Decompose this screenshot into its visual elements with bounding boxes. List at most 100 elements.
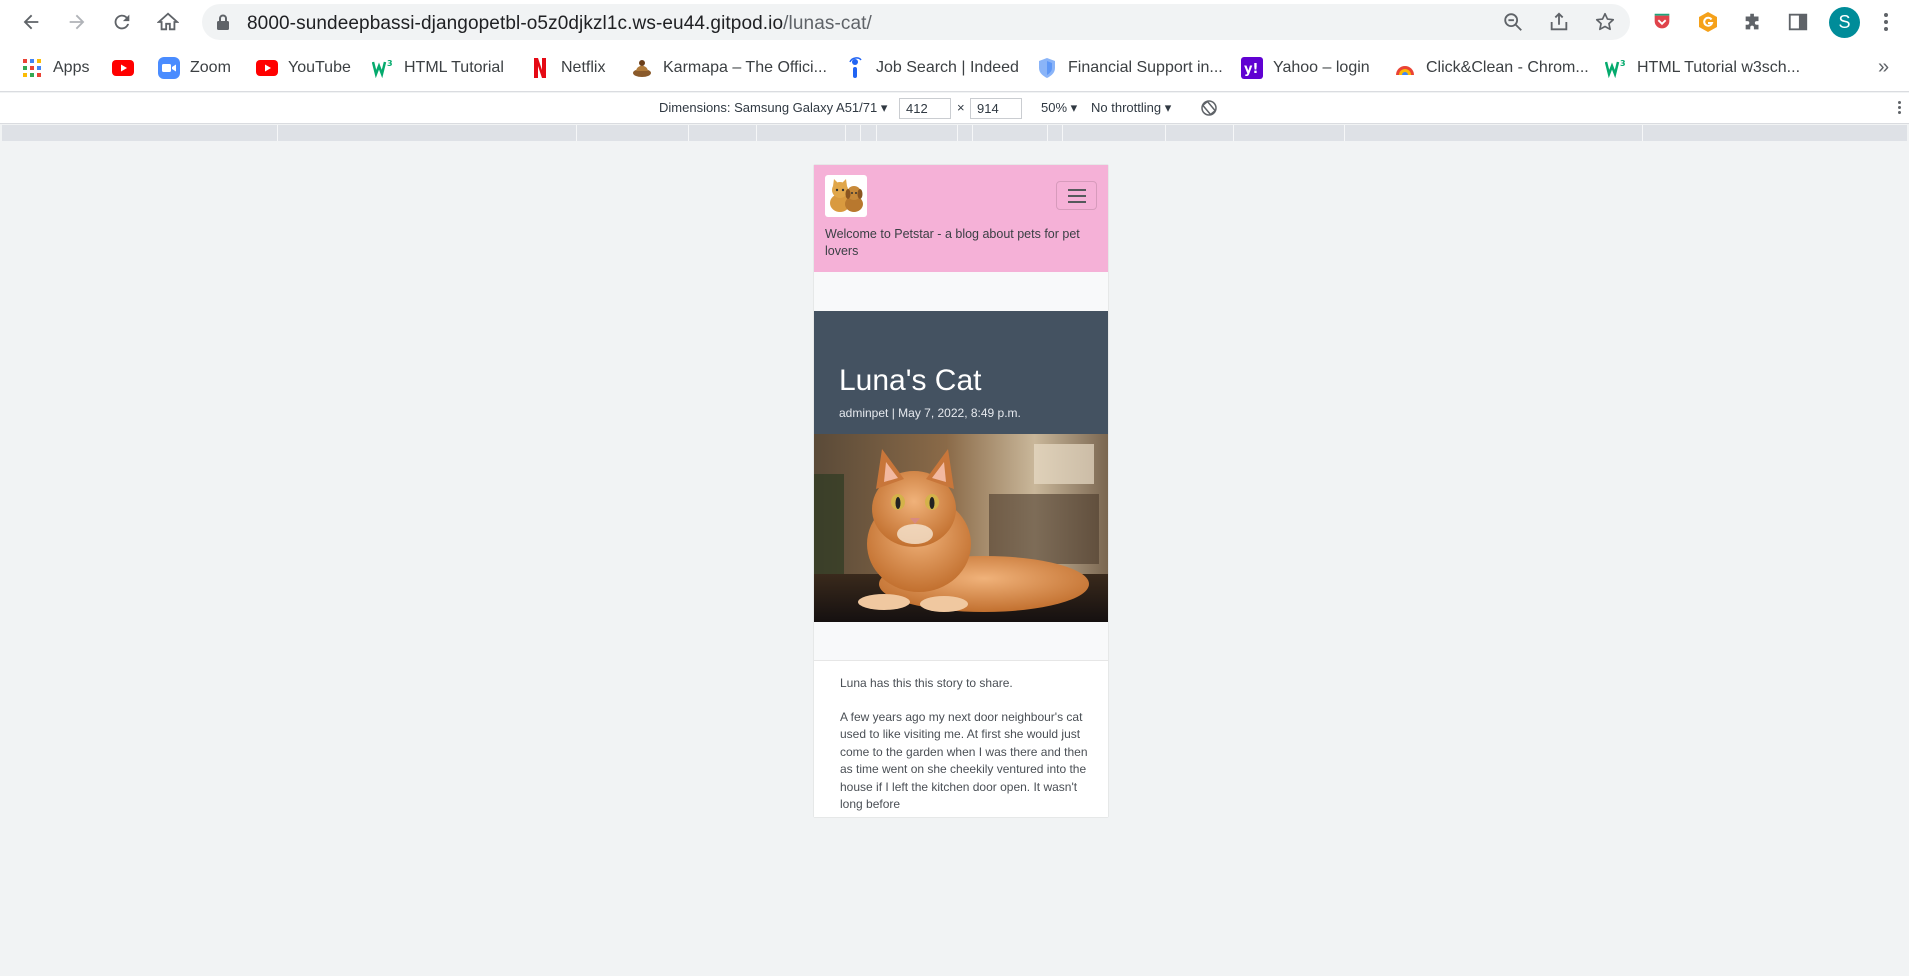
magnifier-minus-icon: [1504, 13, 1522, 31]
caret-down-icon: ▾: [1164, 100, 1172, 115]
width-input[interactable]: [899, 98, 951, 119]
extension-pocket-button[interactable]: [1646, 6, 1678, 38]
bookmark-label: Zoom: [190, 59, 231, 76]
url-text: 8000-sundeepbassi-djangopetbl-o5z0djkzl1…: [247, 13, 872, 35]
bookmark-clickclean[interactable]: Click&Clean - Chrom...: [1394, 54, 1589, 82]
youtube-icon: [112, 57, 134, 79]
svg-text:3: 3: [387, 59, 393, 68]
arrow-right-icon: [69, 14, 85, 30]
device-select[interactable]: Dimensions: Samsung Galaxy A51/71 ▾: [659, 100, 887, 116]
browser-toolbar: 8000-sundeepbassi-djangopetbl-o5z0djkzl1…: [0, 0, 1909, 44]
browser-menu-button[interactable]: [1874, 8, 1898, 36]
hamburger-icon: [1067, 188, 1086, 191]
netflix-icon: [529, 57, 551, 79]
bookmarks-bar: Apps Zoom YouTube 3 HTML Tutorial Netfli…: [0, 44, 1909, 92]
g-orange-icon: [1699, 12, 1717, 32]
arrow-left-icon: [23, 14, 39, 30]
post-paragraph: Luna has this this story to share.: [840, 676, 1013, 690]
bookmark-label: Karmapa – The Offici...: [663, 59, 827, 76]
bookmark-label: Netflix: [561, 59, 606, 76]
welcome-text: Welcome to Petstar - a blog about pets f…: [825, 227, 1080, 258]
forward-button[interactable]: [61, 6, 93, 38]
star-icon: [1595, 12, 1615, 31]
svg-text:3: 3: [1620, 59, 1626, 68]
home-button[interactable]: [152, 6, 184, 38]
bookmark-html-tutorial-w3schools[interactable]: 3 HTML Tutorial w3sch...: [1605, 54, 1800, 82]
apps-grid-icon: [21, 57, 43, 79]
address-bar[interactable]: 8000-sundeepbassi-djangopetbl-o5z0djkzl1…: [202, 4, 1630, 40]
post-meta: adminpet | May 7, 2022, 8:49 p.m.: [839, 406, 1021, 420]
bookmark-label: Job Search | Indeed: [876, 59, 1019, 76]
times-sign: ×: [957, 100, 965, 115]
clickclean-icon: [1394, 57, 1416, 79]
bookmark-label: HTML Tutorial: [404, 59, 504, 76]
reload-button[interactable]: [106, 6, 138, 38]
svg-text:y!: y!: [1244, 62, 1258, 77]
height-input[interactable]: [970, 98, 1022, 119]
pets-logo-icon: [830, 179, 863, 212]
extensions-button[interactable]: [1737, 6, 1769, 38]
shield-icon: [1036, 57, 1058, 79]
bookmark-yahoo[interactable]: y! Yahoo – login: [1241, 54, 1370, 82]
url-host: 8000-sundeepbassi-djangopetbl-o5z0djkzl1…: [247, 13, 784, 34]
bookmark-financial-support[interactable]: Financial Support in...: [1036, 54, 1223, 82]
bookmark-label: Financial Support in...: [1068, 59, 1223, 76]
bookmark-html-tutorial[interactable]: 3 HTML Tutorial: [372, 54, 504, 82]
post-featured-image: [814, 434, 1108, 622]
caret-down-icon: ▾: [1070, 100, 1078, 115]
bookmark-star-button[interactable]: [1592, 9, 1618, 35]
devtools-more-icon[interactable]: [1898, 101, 1901, 114]
site-logo[interactable]: [825, 175, 867, 217]
bookmark-karmapa[interactable]: Karmapa – The Offici...: [631, 54, 827, 82]
share-button[interactable]: [1546, 9, 1572, 35]
caret-down-icon: ▾: [880, 100, 888, 115]
side-panel-icon: [1788, 13, 1808, 31]
youtube-icon: [256, 57, 278, 79]
bookmark-youtube-icon-only[interactable]: [112, 54, 134, 82]
side-panel-button[interactable]: [1782, 6, 1814, 38]
w3schools-icon: 3: [372, 57, 394, 79]
share-icon: [1550, 12, 1568, 31]
profile-avatar[interactable]: S: [1829, 7, 1860, 38]
puzzle-icon: [1745, 13, 1759, 30]
throttling-select[interactable]: No throttling ▾: [1091, 100, 1171, 116]
bookmark-netflix[interactable]: Netflix: [529, 54, 605, 82]
device-viewport: Welcome to Petstar - a blog about pets f…: [814, 165, 1108, 817]
post-paragraph: A few years ago my next door neighbour's…: [840, 710, 1088, 812]
indeed-icon: [844, 57, 866, 79]
lock-icon: [217, 14, 229, 30]
yahoo-icon: y!: [1241, 57, 1263, 79]
home-icon: [157, 12, 179, 31]
rotate-icon[interactable]: [1200, 99, 1218, 117]
media-query-bar[interactable]: [2, 125, 1907, 141]
bookmark-label: Click&Clean - Chrom...: [1426, 59, 1589, 76]
bookmark-label: YouTube: [288, 59, 351, 76]
post-content-card: Luna has this this story to share. A few…: [814, 660, 1108, 817]
zoom-icon: [158, 57, 180, 79]
bookmark-label: Apps: [53, 59, 90, 76]
post-masthead: Luna's Cat adminpet | May 7, 2022, 8:49 …: [814, 311, 1108, 434]
url-path: /lunas-cat/: [783, 13, 872, 34]
bookmark-zoom[interactable]: Zoom: [158, 54, 231, 82]
zoom-out-button[interactable]: [1500, 9, 1526, 35]
w3schools-icon: 3: [1605, 57, 1627, 79]
bookmark-apps[interactable]: Apps: [21, 54, 89, 82]
reload-icon: [114, 14, 130, 30]
zoom-select[interactable]: 50% ▾: [1041, 100, 1077, 116]
extension-grammarly-button[interactable]: [1692, 6, 1724, 38]
device-label: Dimensions: Samsung Galaxy A51/71: [659, 100, 878, 115]
throttling-label: No throttling: [1091, 100, 1162, 115]
bookmark-indeed[interactable]: Job Search | Indeed: [844, 54, 1019, 82]
navbar-toggle-button[interactable]: [1056, 181, 1097, 210]
bookmark-label: HTML Tutorial w3sch...: [1637, 59, 1801, 76]
post-title: Luna's Cat: [839, 364, 982, 397]
karmapa-icon: [631, 57, 653, 79]
zoom-label: 50%: [1041, 100, 1068, 115]
site-header: Welcome to Petstar - a blog about pets f…: [814, 165, 1108, 272]
bookmark-youtube[interactable]: YouTube: [256, 54, 351, 82]
back-button[interactable]: [15, 6, 47, 38]
bookmark-label: Yahoo – login: [1273, 59, 1370, 76]
devtools-device-toolbar: Dimensions: Samsung Galaxy A51/71 ▾ × 50…: [0, 93, 1909, 124]
chevron-double-right-icon[interactable]: »: [1878, 56, 1889, 79]
pocket-icon: [1654, 13, 1670, 29]
